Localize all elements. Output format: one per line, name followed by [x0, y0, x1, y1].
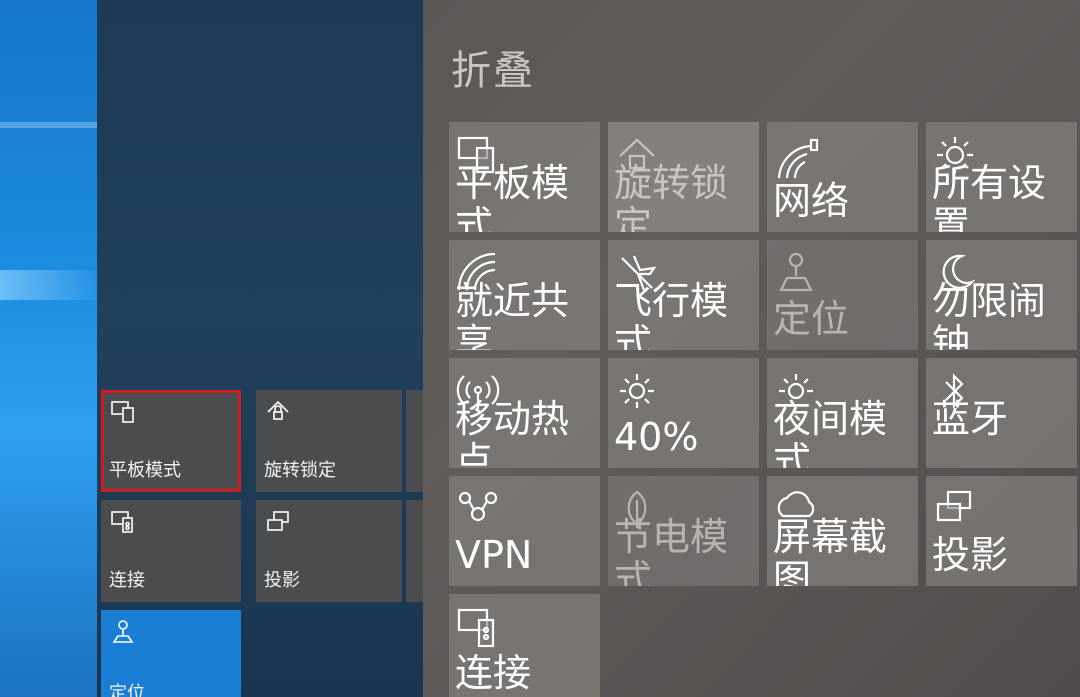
small-tile-tablet-mode[interactable]: 平板模式	[101, 390, 241, 492]
project-icon	[932, 486, 978, 532]
network-icon	[773, 136, 819, 182]
tile-label: 蓝牙	[932, 397, 1009, 441]
tile-label: 旋转锁定	[614, 161, 729, 232]
small-tile-label: 连接	[109, 570, 145, 590]
tile-battery-saver[interactable]: 节电模式	[608, 476, 759, 586]
vpn-icon	[455, 486, 501, 532]
tile-label: 投影	[932, 533, 1009, 577]
tile-rotation-lock[interactable]: 旋转锁定	[608, 122, 759, 232]
collapse-link[interactable]: 折叠	[451, 38, 535, 96]
tile-label: 网络	[773, 179, 850, 223]
tablet-mode-icon	[109, 398, 137, 426]
tile-nearby-sharing[interactable]: 就近共享	[449, 240, 600, 350]
project-icon	[264, 508, 292, 536]
tile-label: 夜间模式	[773, 397, 888, 468]
small-tile-partial[interactable]	[406, 390, 423, 492]
tile-vpn[interactable]: VPN	[449, 476, 600, 586]
location-icon	[109, 618, 137, 646]
tile-label: 定位	[773, 297, 850, 341]
small-tile-connect[interactable]: 连接	[101, 500, 241, 602]
tile-project[interactable]: 投影	[926, 476, 1077, 586]
tile-label: 节电模式	[614, 515, 729, 586]
small-tile-label: 定位	[109, 683, 145, 697]
desktop-wallpaper-strip	[0, 0, 97, 697]
small-tile-label: 平板模式	[109, 460, 181, 480]
tile-airplane-mode[interactable]: 飞行模式	[608, 240, 759, 350]
tile-label: 屏幕截图	[773, 515, 888, 586]
tile-all-settings[interactable]: 所有设置	[926, 122, 1077, 232]
small-tile-label: 投影	[264, 570, 300, 590]
tile-tablet-mode[interactable]: 平板模式	[449, 122, 600, 232]
desktop-background: 平板模式 旋转锁定 连接 投影 定位	[0, 0, 423, 697]
tile-label: 飞行模式	[614, 279, 729, 350]
connect-icon	[109, 508, 137, 536]
tile-location[interactable]: 定位	[767, 240, 918, 350]
action-center-panel: 折叠 平板模式 旋转锁定 网络 所有设置 就近共享 飞行模式 定位 勿限闹钟 移…	[423, 0, 1080, 697]
tile-bluetooth[interactable]: 蓝牙	[926, 358, 1077, 468]
tile-connect[interactable]: 连接	[449, 594, 600, 697]
small-tile-label: 旋转锁定	[264, 460, 336, 480]
small-tile-partial[interactable]	[406, 500, 423, 602]
tile-label: VPN	[455, 533, 533, 577]
quick-actions-grid: 平板模式 旋转锁定 网络 所有设置 就近共享 飞行模式 定位 勿限闹钟 移动热点…	[449, 122, 1077, 697]
rotation-lock-icon	[264, 398, 292, 426]
small-tile-project[interactable]: 投影	[256, 500, 402, 602]
tile-label: 就近共享	[455, 279, 570, 350]
tile-brightness[interactable]: 40%	[608, 358, 759, 468]
connect-icon	[455, 604, 501, 650]
tile-label: 连接	[455, 651, 532, 695]
small-tile-location[interactable]: 定位	[101, 610, 241, 697]
location-icon	[773, 250, 819, 296]
tile-night-light[interactable]: 夜间模式	[767, 358, 918, 468]
tile-label: 平板模式	[455, 161, 570, 232]
tile-network[interactable]: 网络	[767, 122, 918, 232]
brightness-icon	[614, 368, 660, 414]
tile-focus-assist[interactable]: 勿限闹钟	[926, 240, 1077, 350]
small-tile-rotation-lock[interactable]: 旋转锁定	[256, 390, 402, 492]
tile-label: 勿限闹钟	[932, 279, 1047, 350]
tile-screen-snip[interactable]: 屏幕截图	[767, 476, 918, 586]
tile-label: 所有设置	[932, 161, 1047, 232]
tile-mobile-hotspot[interactable]: 移动热点	[449, 358, 600, 468]
tile-label: 移动热点	[455, 397, 570, 468]
tile-label: 40%	[614, 415, 699, 459]
